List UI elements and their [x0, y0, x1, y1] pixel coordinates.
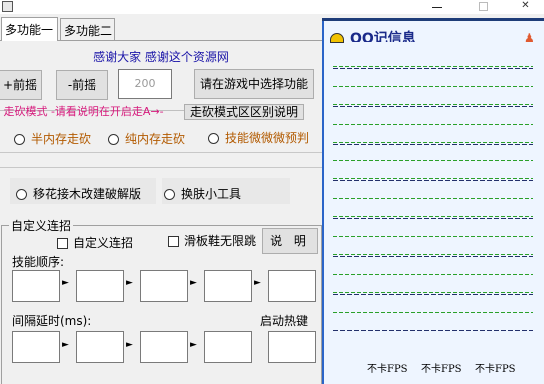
arrow-right-icon: ►	[62, 340, 69, 350]
hotkey-input[interactable]	[268, 331, 316, 363]
skate-jump-checkbox[interactable]: 滑板鞋无限跳	[168, 232, 256, 249]
radio-icon[interactable]	[164, 189, 175, 200]
fps-label: 不卡FPS	[421, 364, 462, 375]
custom-combo-legend: 自定义连招	[9, 217, 74, 234]
skill-slot-5-input[interactable]	[268, 270, 316, 302]
skill-slot-2-input[interactable]	[76, 270, 124, 302]
dash-line	[333, 144, 533, 145]
skill-slot-4-input[interactable]	[204, 270, 252, 302]
divider	[0, 167, 322, 168]
dash-line	[333, 236, 533, 237]
pure-memory-walk-option[interactable]: 纯内存走砍	[108, 130, 185, 147]
help-button[interactable]: 说 明	[262, 228, 318, 254]
qq-panel-border	[322, 18, 544, 21]
radio-icon[interactable]	[208, 133, 219, 144]
qq-penguin-icon	[330, 33, 344, 43]
dash-line	[333, 330, 533, 331]
skin-tool-option[interactable]: 换肤小工具	[164, 185, 241, 202]
dash-line	[333, 106, 533, 107]
arrow-right-icon: ►	[126, 340, 133, 350]
divider	[0, 152, 322, 153]
checkbox-label: 自定义连招	[73, 236, 134, 250]
dash-line	[333, 312, 533, 313]
dash-line	[333, 142, 533, 143]
checkbox-icon[interactable]	[168, 236, 179, 247]
radio-icon[interactable]	[14, 134, 25, 145]
fps-label: 不卡FPS	[367, 364, 408, 375]
option-label: 技能微微微预判	[225, 131, 310, 145]
tab-feature-two[interactable]: 多功能二	[60, 18, 115, 40]
skill-slot-3-input[interactable]	[140, 270, 188, 302]
tab-feature-one[interactable]: 多功能一	[1, 17, 58, 41]
delay-4-input[interactable]	[204, 331, 252, 363]
arrow-right-icon: ►	[190, 340, 197, 350]
delay-2-input[interactable]	[76, 331, 124, 363]
swing-value-input[interactable]: 200	[118, 69, 172, 99]
graft-crack-option[interactable]: 移花接木改建破解版	[16, 185, 141, 202]
half-memory-walk-option[interactable]: 半内存走砍	[14, 130, 91, 147]
skill-slot-1-input[interactable]	[12, 270, 60, 302]
checkbox-label: 滑板鞋无限跳	[184, 234, 257, 248]
option-label: 半内存走砍	[31, 132, 92, 146]
arrow-right-icon: ►	[190, 278, 197, 288]
dash-line	[333, 292, 533, 293]
arrow-right-icon: ►	[126, 278, 133, 288]
dash-line	[333, 124, 533, 125]
dash-line	[333, 104, 533, 105]
skill-prediction-option[interactable]: 技能微微微预判	[208, 129, 309, 146]
maximize-button[interactable]	[461, 0, 505, 14]
walk-mode-bar: - 走砍模式 -请看说明在开启走A→- 走砍模式区区别说明	[0, 103, 322, 120]
option-label: 换肤小工具	[181, 187, 242, 201]
dash-line	[333, 160, 533, 161]
close-button[interactable]: ✕	[507, 0, 544, 14]
option-label: 纯内存走砍	[125, 132, 186, 146]
thanks-text: 感谢大家 感谢这个资源网	[93, 50, 229, 64]
dash-line	[333, 218, 533, 219]
user-icon[interactable]: ♟	[524, 32, 536, 45]
maximize-icon	[478, 2, 488, 11]
dash-line	[333, 294, 533, 295]
dash-line	[333, 198, 533, 199]
checkbox-icon[interactable]	[57, 238, 68, 249]
dash-line	[333, 274, 533, 275]
select-in-game-button[interactable]: 请在游戏中选择功能	[194, 69, 314, 99]
radio-icon[interactable]	[108, 134, 119, 145]
hotkey-label: 启动热键	[260, 314, 309, 328]
radio-icon[interactable]	[16, 189, 27, 200]
dash-line	[333, 256, 533, 257]
close-icon: ✕	[521, 0, 530, 11]
front-swing-minus-button[interactable]: -前摇	[56, 70, 108, 100]
delay-1-input[interactable]	[12, 331, 60, 363]
dash-line	[333, 66, 533, 67]
dash-line	[333, 216, 533, 217]
qq-panel-title: QQ记信息	[350, 31, 416, 42]
dash-line	[333, 68, 533, 69]
minimize-icon	[432, 7, 442, 8]
walk-mode-notice: - 走砍模式 -请看说明在开启走A→-	[0, 105, 164, 118]
dash-line	[333, 86, 533, 87]
dash-line	[333, 180, 533, 181]
custom-combo-checkbox[interactable]: 自定义连招	[57, 234, 133, 251]
delay-3-input[interactable]	[140, 331, 188, 363]
front-swing-plus-button[interactable]: +前摇	[0, 70, 42, 100]
delay-label: 间隔延时(ms):	[12, 314, 92, 328]
dash-line	[333, 254, 533, 255]
dash-line	[333, 178, 533, 179]
option-label: 移花接木改建破解版	[33, 187, 142, 201]
app-icon	[2, 1, 13, 12]
skill-order-label: 技能顺序:	[12, 255, 65, 269]
arrow-right-icon: ►	[254, 278, 261, 288]
arrow-right-icon: ►	[62, 278, 69, 288]
walk-mode-diff-button[interactable]: 走砍模式区区别说明	[184, 104, 304, 120]
minimize-button[interactable]	[415, 0, 459, 14]
fps-label: 不卡FPS	[475, 364, 516, 375]
